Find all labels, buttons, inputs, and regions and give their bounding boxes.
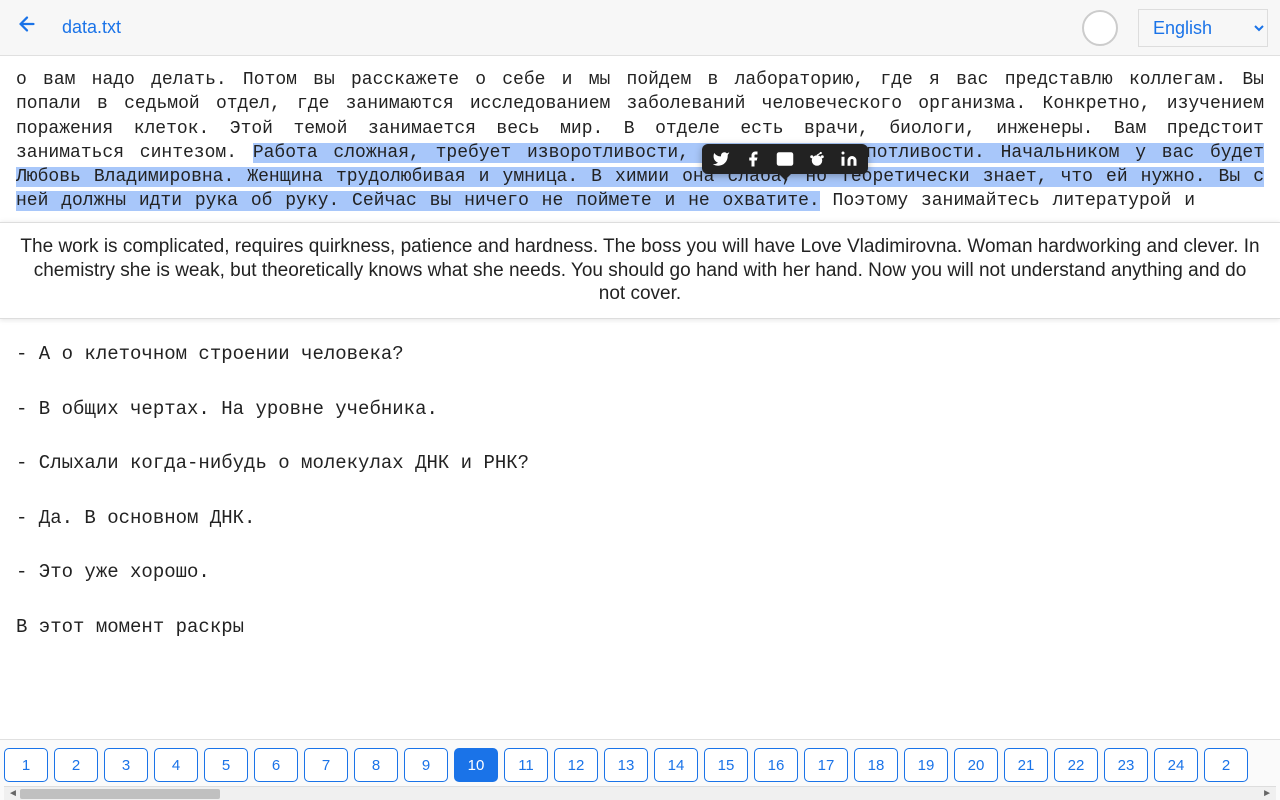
page-button-4[interactable]: 4 bbox=[154, 748, 198, 782]
page-button-13[interactable]: 13 bbox=[604, 748, 648, 782]
paragraph-post: Поэтому занимайтесь литературой и bbox=[820, 191, 1195, 211]
page-button-17[interactable]: 17 bbox=[804, 748, 848, 782]
dialogue-line: В этот момент раскры bbox=[16, 614, 1264, 641]
translation-text: The work is complicated, requires quirkn… bbox=[20, 236, 1259, 305]
share-toolbar bbox=[702, 144, 868, 174]
linkedin-icon[interactable] bbox=[840, 150, 858, 168]
facebook-icon[interactable] bbox=[744, 150, 762, 168]
scroll-right-icon[interactable]: ► bbox=[1262, 788, 1272, 799]
page-button-12[interactable]: 12 bbox=[554, 748, 598, 782]
dialogue-line: - Это уже хорошо. bbox=[16, 559, 1264, 586]
email-icon[interactable] bbox=[776, 150, 794, 168]
page-button-6[interactable]: 6 bbox=[254, 748, 298, 782]
page-button-11[interactable]: 11 bbox=[504, 748, 548, 782]
page-button-24[interactable]: 24 bbox=[1154, 748, 1198, 782]
twitter-icon[interactable] bbox=[712, 150, 730, 168]
page-button-2[interactable]: 2 bbox=[54, 748, 98, 782]
page-button-2[interactable]: 2 bbox=[1204, 748, 1248, 782]
reddit-icon[interactable] bbox=[808, 150, 826, 168]
page-button-7[interactable]: 7 bbox=[304, 748, 348, 782]
header: data.txt English bbox=[0, 0, 1280, 56]
scrollbar-thumb[interactable] bbox=[20, 789, 220, 799]
avatar[interactable] bbox=[1082, 10, 1118, 46]
translation-panel: The work is complicated, requires quirkn… bbox=[0, 222, 1280, 319]
back-arrow-icon[interactable] bbox=[12, 9, 42, 46]
page-button-14[interactable]: 14 bbox=[654, 748, 698, 782]
pagination-bar: 1234567891011121314151617181920212223242… bbox=[0, 739, 1280, 800]
page-button-16[interactable]: 16 bbox=[754, 748, 798, 782]
page-button-18[interactable]: 18 bbox=[854, 748, 898, 782]
scroll-left-icon[interactable]: ◄ bbox=[8, 788, 18, 799]
page-button-10[interactable]: 10 bbox=[454, 748, 498, 782]
dialogue-block[interactable]: - А о клеточном строении человека? - В о… bbox=[0, 323, 1280, 659]
page-button-22[interactable]: 22 bbox=[1054, 748, 1098, 782]
page-button-3[interactable]: 3 bbox=[104, 748, 148, 782]
source-paragraph[interactable]: о вам надо делать. Потом вы расскажете о… bbox=[0, 56, 1280, 222]
page-button-9[interactable]: 9 bbox=[404, 748, 448, 782]
dialogue-line: - А о клеточном строении человека? bbox=[16, 341, 1264, 368]
page-button-15[interactable]: 15 bbox=[704, 748, 748, 782]
page-button-5[interactable]: 5 bbox=[204, 748, 248, 782]
dialogue-line: - Слыхали когда-нибудь о молекулах ДНК и… bbox=[16, 450, 1264, 477]
page-button-20[interactable]: 20 bbox=[954, 748, 998, 782]
pagination: 1234567891011121314151617181920212223242 bbox=[4, 748, 1276, 786]
dialogue-line: - В общих чертах. На уровне учебника. bbox=[16, 396, 1264, 423]
page-button-19[interactable]: 19 bbox=[904, 748, 948, 782]
page-button-8[interactable]: 8 bbox=[354, 748, 398, 782]
dialogue-line: - Да. В основном ДНК. bbox=[16, 505, 1264, 532]
filename-label: data.txt bbox=[62, 17, 121, 38]
page-button-21[interactable]: 21 bbox=[1004, 748, 1048, 782]
page-button-1[interactable]: 1 bbox=[4, 748, 48, 782]
language-select[interactable]: English bbox=[1138, 9, 1268, 47]
horizontal-scrollbar[interactable]: ◄ ► bbox=[4, 786, 1276, 800]
page-button-23[interactable]: 23 bbox=[1104, 748, 1148, 782]
content-area: о вам надо делать. Потом вы расскажете о… bbox=[0, 56, 1280, 739]
